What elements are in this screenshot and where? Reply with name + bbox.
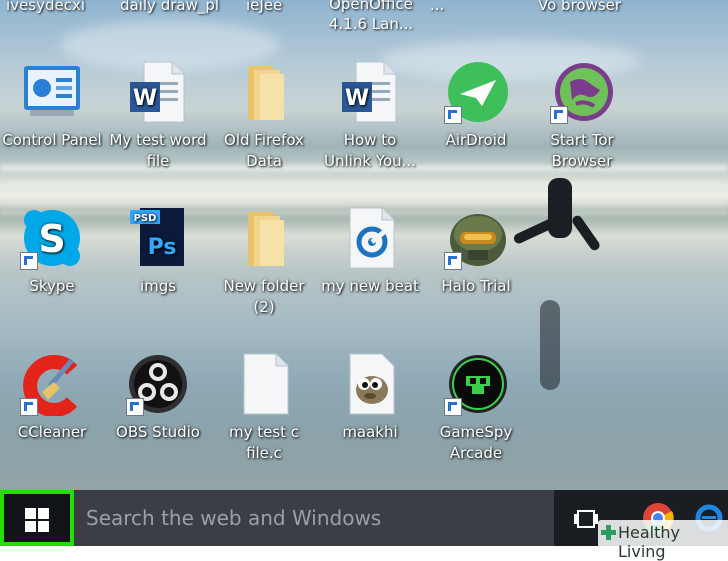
tor-browser-icon bbox=[550, 60, 614, 124]
cut-label-3: ieJee bbox=[246, 0, 283, 14]
desktop-icon-my-new-beat[interactable]: my new beat bbox=[318, 206, 422, 297]
icon-label: AirDroid bbox=[445, 131, 507, 149]
svg-text:W: W bbox=[133, 86, 157, 111]
gamespy-icon bbox=[444, 352, 508, 416]
cut-label-2: daily draw_pl bbox=[120, 0, 220, 14]
icon-label: Start Tor Browser bbox=[550, 131, 614, 170]
gimp-icon bbox=[338, 352, 402, 416]
cut-label-4: OpenOffice 4.1.6 Lan... bbox=[328, 0, 414, 33]
audio-file-icon bbox=[338, 206, 402, 270]
start-button[interactable] bbox=[0, 490, 74, 546]
plus-icon bbox=[601, 525, 616, 540]
icon-label: Halo Trial bbox=[441, 277, 511, 295]
shortcut-arrow-icon bbox=[126, 398, 144, 416]
runner-silhouette bbox=[548, 178, 572, 238]
desktop-icon-airdroid[interactable]: AirDroid bbox=[424, 60, 528, 151]
ccleaner-icon bbox=[20, 352, 84, 417]
word-document-icon: W bbox=[126, 60, 190, 124]
cut-label-6: Vo browser bbox=[538, 0, 622, 14]
icon-label: imgs bbox=[139, 277, 177, 295]
icon-label: Old Firefox Data bbox=[224, 131, 304, 170]
icon-label: my new beat bbox=[321, 277, 419, 295]
icon-label: OBS Studio bbox=[116, 423, 200, 441]
icon-label: GameSpy Arcade bbox=[439, 423, 513, 462]
shortcut-arrow-icon bbox=[444, 398, 462, 416]
halo-trial-icon bbox=[444, 206, 508, 270]
shortcut-arrow-icon bbox=[550, 106, 568, 124]
icon-label: New folder (2) bbox=[223, 277, 305, 316]
svg-text:W: W bbox=[345, 86, 369, 111]
desktop-icon-maakhi[interactable]: maakhi bbox=[318, 352, 422, 443]
svg-text:S: S bbox=[38, 217, 65, 261]
svg-text:PSD: PSD bbox=[134, 213, 157, 224]
shortcut-arrow-icon bbox=[444, 106, 462, 124]
desktop-icon-skype[interactable]: S Skype bbox=[0, 206, 104, 297]
word-document-icon: W bbox=[338, 60, 402, 124]
cut-label-1: ivesydecxi bbox=[6, 0, 86, 14]
healthy-living-watermark: Healthy Living bbox=[598, 520, 728, 561]
desktop-icon-gamespy-arcade[interactable]: GameSpy Arcade bbox=[424, 352, 528, 464]
search-placeholder: Search the web and Windows bbox=[86, 506, 382, 530]
desktop-icon-halo-trial[interactable]: Halo Trial bbox=[424, 206, 528, 297]
icon-label: Control Panel bbox=[2, 131, 102, 149]
cut-label-5: ... bbox=[430, 0, 445, 14]
task-view-icon[interactable] bbox=[573, 510, 599, 528]
folder-icon bbox=[232, 206, 296, 270]
icon-label: CCleaner bbox=[17, 423, 87, 441]
watermark-text: Healthy Living bbox=[618, 523, 681, 561]
desktop-icon-old-firefox-data[interactable]: Old Firefox Data bbox=[212, 60, 316, 172]
shortcut-arrow-icon bbox=[20, 252, 38, 270]
icon-label: How to Unlink You... bbox=[324, 131, 416, 170]
desktop-icon-ccleaner[interactable]: CCleaner bbox=[0, 352, 104, 443]
desktop-icon-start-tor-browser[interactable]: Start Tor Browser bbox=[530, 60, 634, 172]
icon-label: maakhi bbox=[342, 423, 398, 441]
desktop-icon-my-test-c-file[interactable]: my test c file.c bbox=[212, 352, 316, 464]
obs-studio-icon bbox=[126, 352, 190, 416]
desktop-icon-control-panel[interactable]: Control Panel bbox=[0, 60, 104, 151]
desktop-icon-imgs[interactable]: PSD Ps imgs bbox=[106, 206, 210, 297]
desktop-icon-new-folder-2[interactable]: New folder (2) bbox=[212, 206, 316, 318]
shortcut-arrow-icon bbox=[20, 398, 38, 416]
photoshop-file-icon: PSD Ps bbox=[126, 206, 190, 270]
desktop-icon-how-to-unlink[interactable]: W How to Unlink You... bbox=[318, 60, 422, 172]
windows-logo-icon bbox=[25, 508, 49, 532]
icon-label: Skype bbox=[29, 277, 75, 295]
desktop-icon-obs-studio[interactable]: OBS Studio bbox=[106, 352, 210, 443]
icon-label: my test c file.c bbox=[228, 423, 300, 462]
control-panel-icon bbox=[20, 60, 84, 124]
desktop-icon-my-test-word-file[interactable]: W My test word file bbox=[106, 60, 210, 172]
search-box[interactable]: Search the web and Windows bbox=[74, 490, 554, 546]
airdroid-icon bbox=[444, 60, 508, 124]
c-file-icon bbox=[232, 352, 296, 416]
svg-text:Ps: Ps bbox=[148, 235, 177, 260]
icon-label: My test word file bbox=[109, 131, 207, 170]
folder-icon bbox=[232, 60, 296, 124]
skype-icon: S bbox=[20, 206, 84, 270]
shortcut-arrow-icon bbox=[444, 252, 462, 270]
